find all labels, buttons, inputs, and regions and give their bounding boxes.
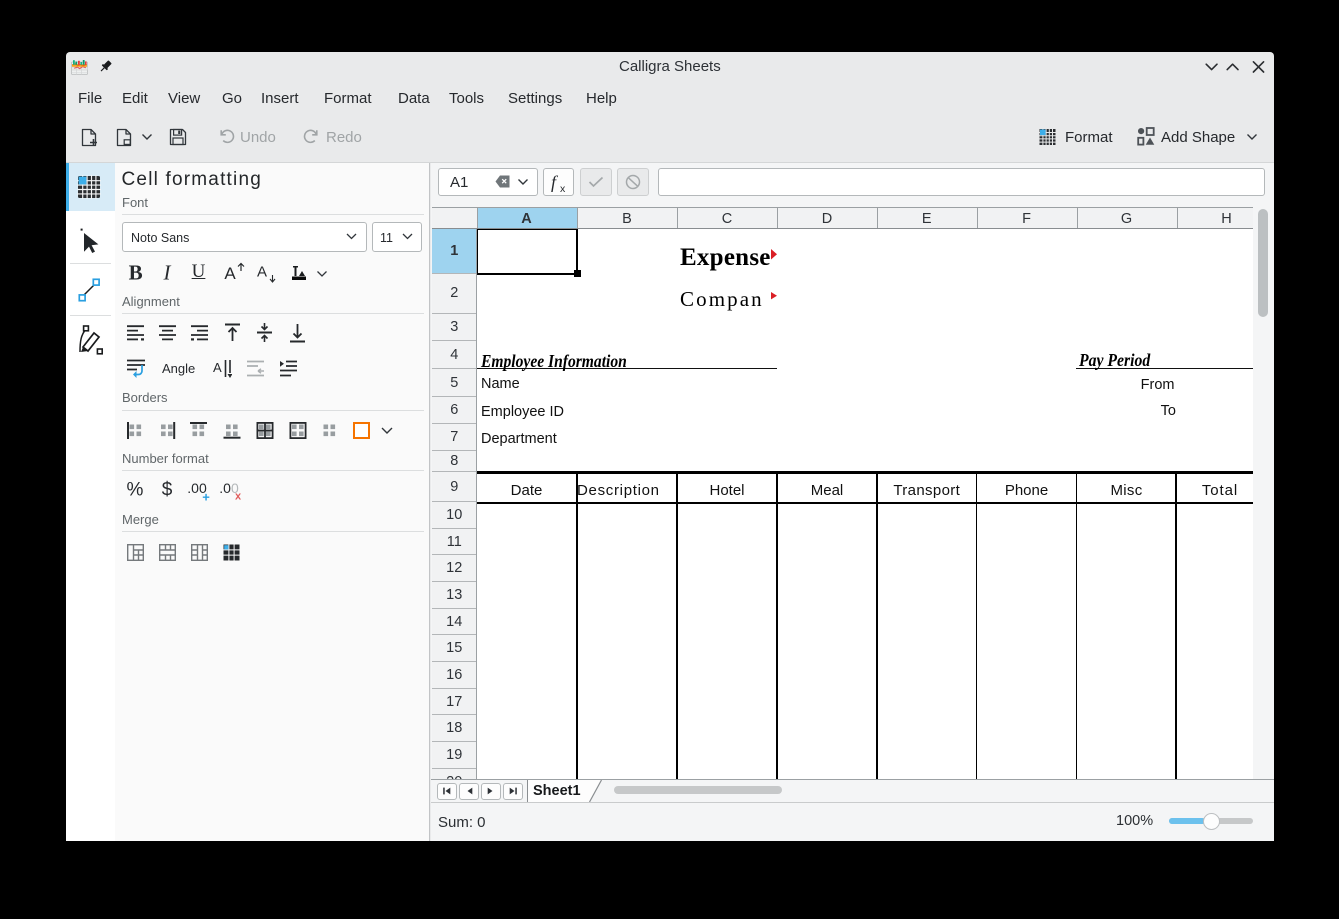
svg-text:A: A (213, 360, 222, 375)
